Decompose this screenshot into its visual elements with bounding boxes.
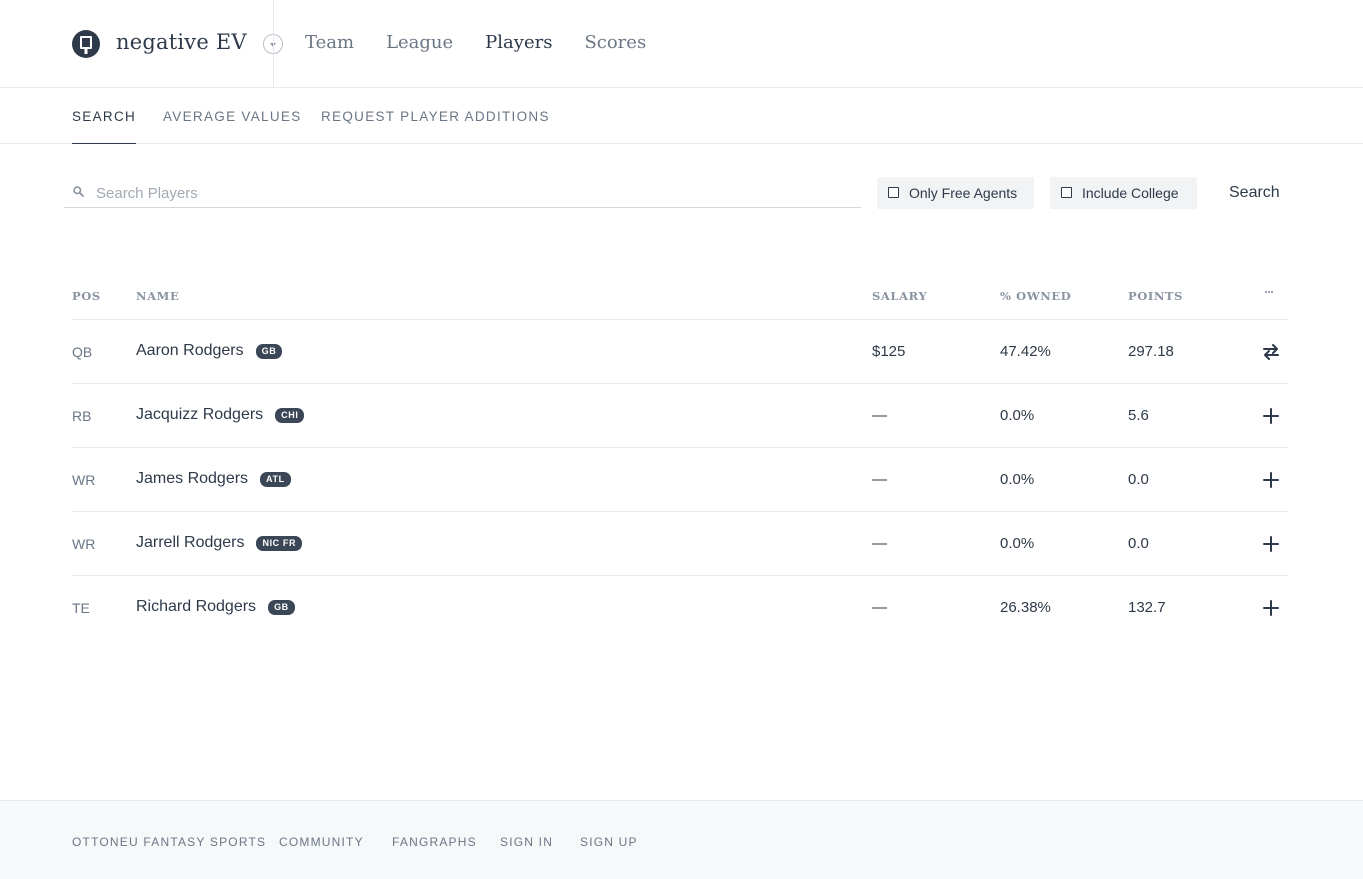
table-row: WR Jarrell Rodgers NIC FR — 0.0% 0.0	[72, 512, 1288, 576]
search-input[interactable]	[96, 182, 836, 204]
footer-link-ottoneu[interactable]: OTTONEU FANTASY SPORTS	[72, 835, 266, 849]
player-position: RB	[72, 408, 92, 424]
team-badge: CHI	[275, 407, 305, 423]
player-name-cell: Richard Rodgers GB	[136, 598, 295, 616]
player-points: 0.0	[1128, 471, 1149, 488]
main-nav: Team League Players Scores	[305, 32, 678, 53]
tab-average-values[interactable]: AVERAGE VALUES	[163, 109, 302, 144]
table-header: POS NAME SALARY % OWNED POINTS ···	[72, 272, 1288, 320]
player-name[interactable]: Jarrell Rodgers	[136, 534, 244, 552]
plus-icon[interactable]	[1260, 598, 1282, 618]
column-header-pos[interactable]: POS	[72, 289, 101, 303]
nav-players[interactable]: Players	[485, 32, 552, 53]
footer-link-community[interactable]: COMMUNITY	[279, 835, 364, 849]
player-points: 297.18	[1128, 343, 1174, 360]
table-row: QB Aaron Rodgers GB $125 47.42% 297.18	[72, 320, 1288, 384]
include-college-toggle[interactable]: Include College	[1050, 177, 1197, 209]
player-name[interactable]: Richard Rodgers	[136, 598, 256, 616]
swap-icon[interactable]	[1260, 342, 1282, 362]
tab-search[interactable]: SEARCH	[72, 109, 137, 144]
player-name[interactable]: James Rodgers	[136, 470, 248, 488]
plus-icon[interactable]	[1260, 534, 1282, 554]
player-owned: 0.0%	[1000, 471, 1035, 488]
player-points: 0.0	[1128, 535, 1149, 552]
header-divider	[273, 0, 274, 88]
player-position: TE	[72, 600, 90, 616]
team-badge: NIC FR	[256, 535, 303, 551]
nav-league[interactable]: League	[386, 32, 453, 53]
include-college-label: Include College	[1082, 185, 1179, 201]
team-name[interactable]: negative EV	[116, 30, 247, 54]
footer-link-fangraphs[interactable]: FANGRAPHS	[392, 835, 477, 849]
nav-scores[interactable]: Scores	[584, 32, 646, 53]
column-header-owned[interactable]: % OWNED	[1000, 289, 1071, 303]
player-name-cell: James Rodgers ATL	[136, 470, 291, 488]
player-salary: —	[872, 407, 887, 424]
players-table: POS NAME SALARY % OWNED POINTS ··· QB Aa…	[72, 272, 1288, 640]
player-owned: 26.38%	[1000, 599, 1051, 616]
table-row: TE Richard Rodgers GB — 26.38% 132.7	[72, 576, 1288, 640]
team-badge: ATL	[260, 471, 291, 487]
footer-link-sign-in[interactable]: SIGN IN	[500, 835, 553, 849]
player-salary: $125	[872, 343, 906, 360]
tab-request-player-additions[interactable]: REQUEST PLAYER ADDITIONS	[321, 109, 550, 144]
player-owned: 0.0%	[1000, 535, 1035, 552]
table-row: WR James Rodgers ATL — 0.0% 0.0	[72, 448, 1288, 512]
player-name-cell: Aaron Rodgers GB	[136, 342, 283, 360]
column-header-salary[interactable]: SALARY	[872, 289, 927, 303]
player-name-cell: Jarrell Rodgers NIC FR	[136, 534, 303, 552]
player-points: 5.6	[1128, 407, 1149, 424]
player-position: QB	[72, 344, 93, 360]
sub-nav: SEARCH AVERAGE VALUES REQUEST PLAYER ADD…	[0, 88, 1363, 144]
more-options-icon[interactable]: ···	[1264, 285, 1274, 299]
nav-team[interactable]: Team	[305, 32, 354, 53]
player-name-cell: Jacquizz Rodgers CHI	[136, 406, 305, 424]
footer: OTTONEU FANTASY SPORTS COMMUNITY FANGRAP…	[0, 800, 1363, 879]
player-owned: 0.0%	[1000, 407, 1035, 424]
player-salary: —	[872, 471, 887, 488]
player-position: WR	[72, 536, 96, 552]
player-owned: 47.42%	[1000, 343, 1051, 360]
footer-link-sign-up[interactable]: SIGN UP	[580, 835, 638, 849]
search-icon	[73, 186, 84, 197]
plus-icon[interactable]	[1260, 406, 1282, 426]
player-position: WR	[72, 472, 96, 488]
player-points: 132.7	[1128, 599, 1166, 616]
league-logo-icon[interactable]	[72, 30, 100, 58]
player-name[interactable]: Aaron Rodgers	[136, 342, 244, 360]
only-free-agents-toggle[interactable]: Only Free Agents	[877, 177, 1034, 209]
only-free-agents-label: Only Free Agents	[909, 185, 1018, 201]
player-salary: —	[872, 599, 887, 616]
player-name[interactable]: Jacquizz Rodgers	[136, 406, 263, 424]
column-header-points[interactable]: POINTS	[1128, 289, 1183, 303]
team-badge: GB	[268, 599, 295, 615]
search-button[interactable]: Search	[1229, 184, 1280, 202]
top-header: negative EV Team League Players Scores	[0, 0, 1363, 88]
search-bar	[64, 178, 861, 208]
column-header-name[interactable]: NAME	[136, 289, 179, 303]
table-row: RB Jacquizz Rodgers CHI — 0.0% 5.6	[72, 384, 1288, 448]
team-badge: GB	[255, 343, 283, 359]
player-salary: —	[872, 535, 887, 552]
plus-icon[interactable]	[1260, 470, 1282, 490]
include-college-checkbox[interactable]	[1061, 187, 1072, 198]
only-free-agents-checkbox[interactable]	[888, 187, 899, 198]
